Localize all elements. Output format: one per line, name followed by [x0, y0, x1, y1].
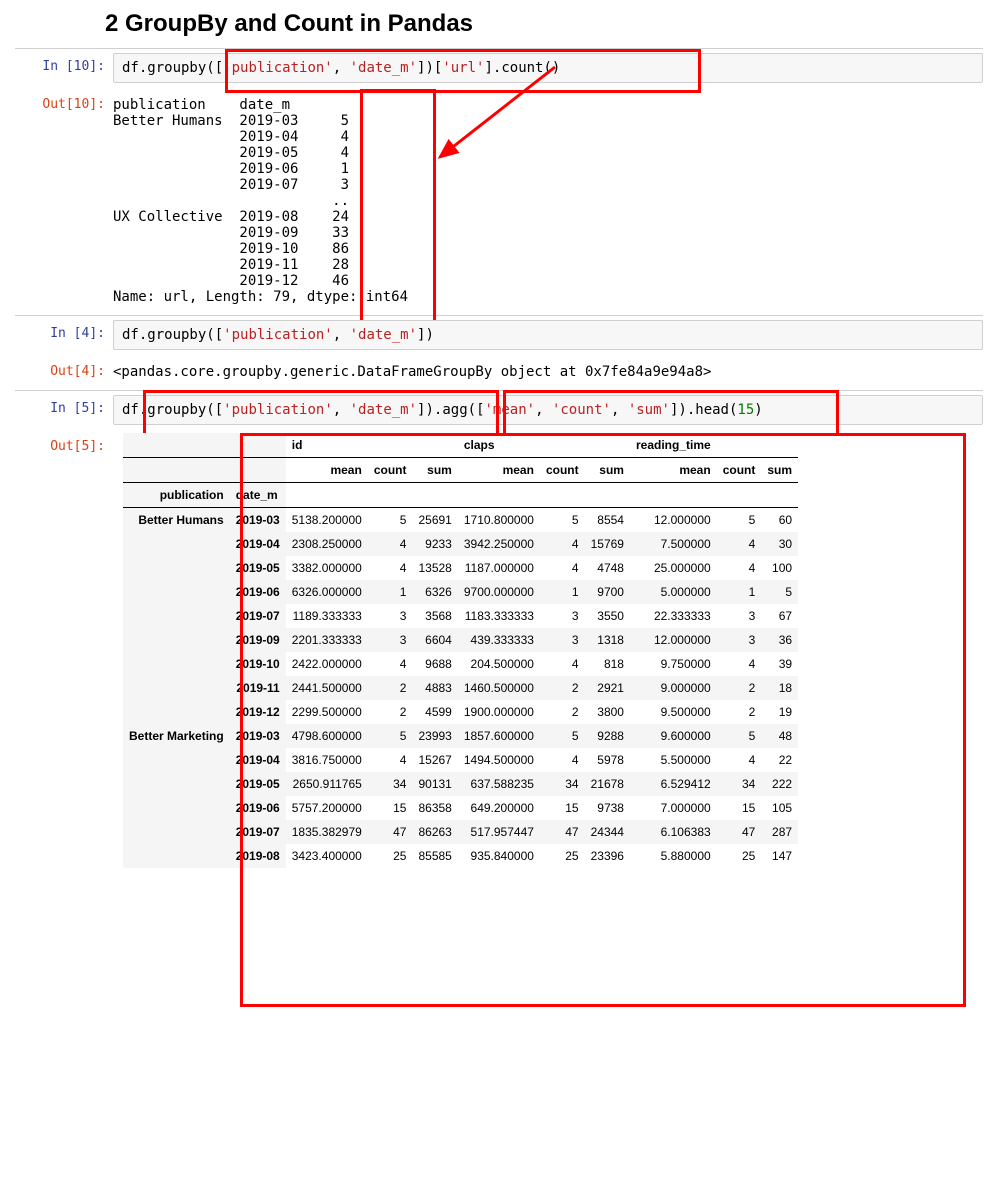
output-text-4: <pandas.core.groupby.generic.DataFrameGr… — [113, 358, 983, 386]
code-text: ])[ — [417, 60, 442, 76]
code-text: ]) — [417, 327, 434, 343]
in-prompt-4: In [4]: — [15, 320, 113, 341]
code-text: , — [535, 402, 552, 418]
code-string: 'sum' — [628, 402, 670, 418]
code-text: agg( — [442, 402, 476, 418]
code-text: groupby( — [147, 402, 214, 418]
code-text: head( — [695, 402, 737, 418]
code-text: ) — [754, 402, 762, 418]
in-prompt-10: In [10]: — [15, 53, 113, 74]
code-text: , — [611, 402, 628, 418]
code-text: [ — [215, 327, 223, 343]
code-cell-4[interactable]: df.groupby(['publication', 'date_m']) — [113, 320, 983, 350]
code-text: [ — [215, 402, 223, 418]
code-string: 'publication' — [223, 327, 333, 343]
code-string: 'date_m' — [350, 327, 417, 343]
code-number: 15 — [737, 402, 754, 418]
code-text: df.groupby( — [122, 327, 215, 343]
code-string: 'date_m' — [350, 402, 417, 418]
code-text: df. — [122, 402, 147, 418]
code-text: , — [333, 402, 350, 418]
output-text-10: publication date_m Better Humans 2019-03… — [113, 91, 983, 311]
code-text: df.groupby( — [122, 60, 215, 76]
code-string: 'date_m' — [350, 60, 417, 76]
code-text: ]). — [670, 402, 695, 418]
code-string: 'mean' — [485, 402, 536, 418]
code-string: 'publication' — [223, 402, 333, 418]
code-cell-10[interactable]: df.groupby(['publication', 'date_m'])['u… — [113, 53, 983, 83]
in-prompt-5: In [5]: — [15, 395, 113, 416]
out-prompt-4: Out[4]: — [15, 358, 113, 379]
section-heading: 2 GroupBy and Count in Pandas — [105, 10, 983, 38]
code-text: [ — [215, 60, 223, 76]
out-prompt-10: Out[10]: — [15, 91, 113, 112]
code-text: [ — [476, 402, 484, 418]
code-string: 'count' — [552, 402, 611, 418]
code-string: 'url' — [442, 60, 484, 76]
code-text: ]). — [417, 402, 442, 418]
code-string: 'publication' — [223, 60, 333, 76]
out-prompt-5: Out[5]: — [15, 433, 113, 454]
dataframe-table: idclapsreading_timemeancountsummeancount… — [123, 433, 798, 868]
code-text: , — [333, 327, 350, 343]
code-cell-5[interactable]: df.groupby(['publication', 'date_m']).ag… — [113, 395, 983, 425]
code-text: , — [333, 60, 350, 76]
code-text: ].count() — [484, 60, 560, 76]
